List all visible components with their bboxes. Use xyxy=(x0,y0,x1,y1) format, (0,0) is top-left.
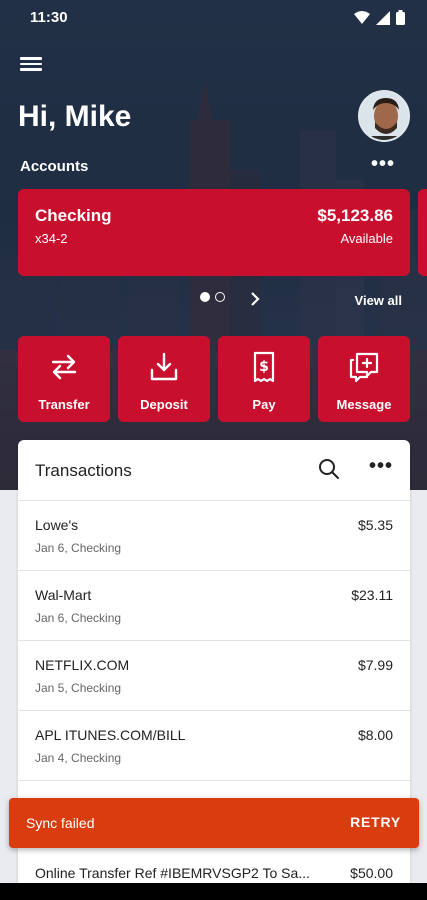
wifi-icon xyxy=(354,10,370,24)
transaction-row[interactable]: APL ITUNES.COM/BILL Jan 4, Checking $8.0… xyxy=(18,710,410,780)
account-pager xyxy=(200,292,225,302)
transaction-meta: Jan 6, Checking xyxy=(35,541,122,555)
deposit-button[interactable]: Deposit xyxy=(118,336,210,422)
account-number: x34-2 xyxy=(35,231,68,246)
status-bar: 11:30 xyxy=(0,0,427,36)
transaction-meta: Jan 5, Checking xyxy=(35,681,122,695)
chevron-right-icon[interactable] xyxy=(248,290,262,308)
transfer-button[interactable]: Transfer xyxy=(18,336,110,422)
view-all-link[interactable]: View all xyxy=(355,293,402,308)
transactions-title: Transactions xyxy=(35,461,132,480)
snackbar-message: Sync failed xyxy=(26,815,95,831)
greeting: Hi, Mike xyxy=(18,100,132,133)
retry-button[interactable]: RETRY xyxy=(350,814,401,830)
pay-button[interactable]: $ Pay xyxy=(218,336,310,422)
transaction-amount: $50.00 xyxy=(350,865,393,881)
status-time: 11:30 xyxy=(30,9,68,26)
message-icon xyxy=(349,352,379,383)
transaction-row[interactable]: Wal-Mart Jan 6, Checking $23.11 xyxy=(18,570,410,640)
signal-icon xyxy=(376,10,390,25)
transaction-meta: Jan 6, Checking xyxy=(35,611,122,625)
pay-label: Pay xyxy=(252,397,276,412)
svg-text:$: $ xyxy=(259,359,269,375)
transaction-name: APL ITUNES.COM/BILL xyxy=(35,727,186,743)
message-label: Message xyxy=(336,397,392,412)
avatar[interactable] xyxy=(358,90,410,142)
transaction-row[interactable]: NETFLIX.COM Jan 5, Checking $7.99 xyxy=(18,640,410,710)
transaction-name: Online Transfer Ref #IBEMRVSGP2 To Sa... xyxy=(35,865,310,881)
account-balance: $5,123.86 xyxy=(317,206,393,225)
transaction-amount: $7.99 xyxy=(357,657,393,673)
transactions-more-icon[interactable]: ••• xyxy=(369,456,393,476)
menu-icon[interactable] xyxy=(20,54,42,74)
transaction-name: Wal-Mart xyxy=(35,587,92,603)
pay-icon: $ xyxy=(253,351,275,383)
sync-failed-snackbar: Sync failed RETRY xyxy=(9,798,419,848)
accounts-more-icon[interactable]: ••• xyxy=(371,154,395,174)
deposit-icon xyxy=(150,352,178,381)
transfer-icon xyxy=(51,354,77,380)
hero-background: 11:30 Hi, Mike Accounts ••• Checking x34… xyxy=(0,0,427,490)
pager-dot-active[interactable] xyxy=(200,292,210,302)
quick-actions: Transfer Deposit $ Pay Message xyxy=(18,336,410,422)
transaction-row[interactable]: Lowe's Jan 6, Checking $5.35 xyxy=(18,500,410,570)
pager-dot[interactable] xyxy=(215,292,225,302)
transaction-amount: $8.00 xyxy=(357,727,393,743)
transaction-amount: $5.35 xyxy=(357,517,393,533)
accounts-label: Accounts xyxy=(20,158,89,175)
account-card-checking[interactable]: Checking x34-2 $5,123.86 Available xyxy=(18,189,410,276)
message-button[interactable]: Message xyxy=(318,336,410,422)
transaction-amount: $23.11 xyxy=(351,587,393,603)
transactions-header: Transactions ••• xyxy=(18,440,410,500)
deposit-label: Deposit xyxy=(140,397,188,412)
account-balance-label: Available xyxy=(340,231,393,246)
search-icon[interactable] xyxy=(318,458,340,480)
next-account-card[interactable] xyxy=(418,189,427,276)
transaction-name: Lowe's xyxy=(35,517,79,533)
battery-icon xyxy=(396,10,405,25)
account-name: Checking xyxy=(35,206,112,225)
system-navigation-bar xyxy=(0,883,427,900)
transaction-meta: Jan 4, Checking xyxy=(35,751,122,765)
transaction-name: NETFLIX.COM xyxy=(35,657,130,673)
transfer-label: Transfer xyxy=(38,397,90,412)
